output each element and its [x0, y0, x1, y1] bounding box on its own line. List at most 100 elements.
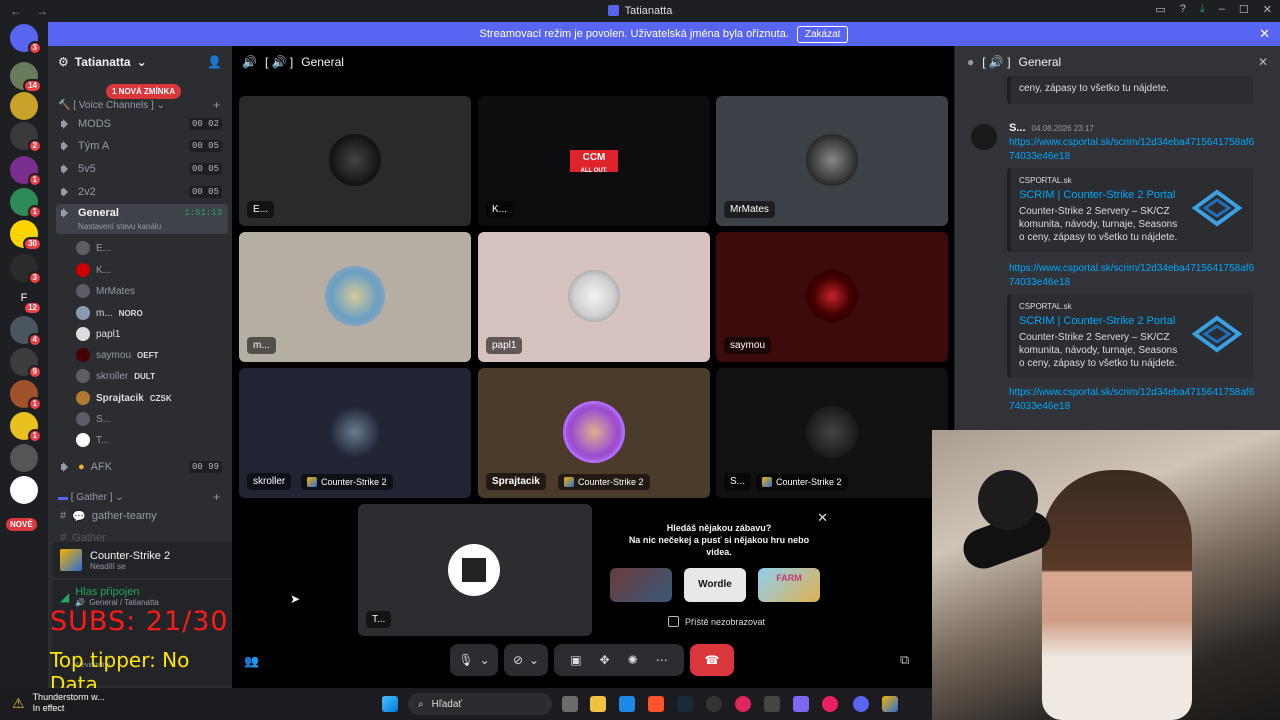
mute-button[interactable]: 🎙 ⌄ — [450, 644, 498, 676]
download-icon[interactable]: ⤓ — [1200, 3, 1205, 16]
voice-member[interactable]: MrMates — [76, 281, 135, 301]
server-icon[interactable]: 9 — [10, 348, 42, 379]
server-icon[interactable]: 1 — [10, 156, 42, 187]
avatar[interactable] — [971, 124, 997, 150]
voice-channel-mods[interactable]: MODS 00 02 — [56, 114, 228, 134]
activities-icon[interactable]: ✥ — [600, 653, 610, 667]
server-icon[interactable]: 3 — [10, 254, 42, 285]
text-channel-gather-teamy[interactable]: # 💬 gather-teamy — [56, 506, 228, 526]
app-icon[interactable] — [793, 696, 809, 712]
category-voice-channels[interactable]: 🔨 [ Voice Channels ] ⌄ — [58, 100, 165, 111]
app-icon[interactable] — [706, 696, 722, 712]
add-channel-icon[interactable]: + — [213, 490, 220, 504]
task-view-icon[interactable] — [562, 696, 578, 712]
mention-pill[interactable]: 1 NOVÁ ZMÍNKA — [106, 84, 182, 99]
server-icon[interactable]: 4 — [10, 316, 42, 347]
streamer-mode-banner: Streamovací režim je povolen. Uživatelsk… — [48, 22, 1280, 46]
server-icon[interactable]: 1 — [10, 412, 42, 443]
disable-streamer-mode-button[interactable]: Zakázat — [796, 25, 849, 43]
activity-game-tile[interactable] — [610, 568, 672, 602]
weather-widget[interactable]: ⚠ Thunderstorm w... In effect — [12, 692, 105, 714]
server-icon[interactable] — [10, 476, 38, 504]
counter-strike-icon — [60, 549, 82, 571]
avatar — [76, 327, 90, 341]
message-author[interactable]: S... — [1009, 122, 1026, 134]
participant-tile[interactable]: skroller Counter-Strike 2 — [239, 368, 471, 498]
server-icon[interactable]: 14 — [10, 62, 42, 93]
channel-status-hint[interactable]: Nastavení stavu kanálu — [78, 222, 161, 231]
more-icon[interactable]: ⋯ — [656, 653, 668, 667]
home-button[interactable]: 3 — [10, 24, 42, 55]
server-icon[interactable] — [10, 444, 38, 472]
voice-channel-5v5[interactable]: 5v5 00 05 — [56, 159, 228, 179]
voice-member[interactable]: skroller DULT — [76, 366, 155, 386]
voice-member[interactable]: K... — [76, 260, 111, 280]
voice-member[interactable]: m... NORO — [76, 303, 143, 323]
taskbar-search[interactable]: ⌕ Hľadať — [408, 693, 552, 715]
participant-tile[interactable]: E... — [239, 96, 471, 226]
self-tile[interactable]: T... — [358, 504, 592, 636]
call-timer: 1:51:13 — [184, 208, 222, 218]
category-gather[interactable]: ▬ [ Gather ] ⌄ — [58, 492, 124, 503]
pop-out-icon[interactable]: ⧉ — [900, 652, 909, 668]
server-header[interactable]: ⚙ Tatianatta ⌄ 👤 — [48, 46, 232, 78]
dont-show-checkbox[interactable] — [668, 616, 679, 627]
minimize-button[interactable]: – — [1219, 3, 1225, 16]
participant-tile[interactable]: papl1 — [478, 232, 710, 362]
soundboard-icon[interactable]: ✺ — [628, 653, 638, 667]
participant-tile[interactable]: CCM ALL OUT. K... — [478, 96, 710, 226]
server-icon[interactable]: 2 — [10, 122, 42, 153]
media-icon[interactable] — [822, 696, 838, 712]
message-link[interactable]: https://www.csportal.sk/scrim/12d34eba47… — [1009, 386, 1255, 414]
voice-channel-afk[interactable]: ● AFK 00 99 — [56, 457, 228, 477]
counter-strike-icon[interactable] — [882, 696, 898, 712]
mail-icon[interactable] — [619, 696, 635, 712]
music-icon[interactable] — [735, 696, 751, 712]
inbox-icon[interactable]: ▭ — [1155, 3, 1165, 16]
discord-icon[interactable] — [853, 696, 869, 712]
voice-member[interactable]: papl1 — [76, 324, 120, 344]
server-icon[interactable]: 30 — [10, 220, 42, 251]
invite-icon[interactable]: 👥 — [244, 654, 259, 668]
brave-browser-icon[interactable] — [648, 696, 664, 712]
voice-member[interactable]: S... — [76, 409, 111, 429]
new-servers-pill[interactable]: NOVÉ — [6, 518, 37, 531]
signal-icon[interactable]: ◢ — [60, 590, 69, 604]
voice-channel-tym-a[interactable]: Tým A 00 05 — [56, 136, 228, 156]
participant-tile[interactable]: S... Counter-Strike 2 — [716, 368, 948, 498]
screen-share-icon[interactable]: ▣ — [570, 653, 581, 667]
steam-icon[interactable] — [677, 696, 693, 712]
start-button[interactable] — [382, 696, 398, 712]
voice-call-view: 🔊 [ 🔊 ] General E... CCM ALL OUT. K... Mr… — [232, 46, 954, 688]
close-chat-icon[interactable]: ✕ — [1258, 55, 1268, 69]
file-explorer-icon[interactable] — [590, 696, 606, 712]
add-channel-icon[interactable]: + — [213, 98, 220, 112]
activity-game-wordle[interactable]: Wordle — [684, 568, 746, 602]
voice-member[interactable]: T... — [76, 430, 109, 450]
add-member-icon[interactable]: 👤 — [207, 55, 222, 69]
server-icon[interactable]: 1 — [10, 188, 42, 219]
server-icon[interactable]: 1 — [10, 380, 42, 411]
close-window-button[interactable]: ✕ — [1263, 3, 1272, 16]
disconnect-call-button[interactable]: ☎ — [690, 644, 734, 676]
message-link[interactable]: https://www.csportal.sk/scrim/12d34eba47… — [1009, 136, 1255, 164]
voice-member[interactable]: E... — [76, 238, 111, 258]
participant-tile[interactable]: saymou — [716, 232, 948, 362]
voice-channel-general[interactable]: General 1:51:13 Nastavení stavu kanálu — [56, 204, 228, 234]
voice-member[interactable]: Sprajtacik CZSK — [76, 388, 172, 408]
voice-channel-2v2[interactable]: 2v2 00 05 — [56, 182, 228, 202]
app-icon[interactable] — [764, 696, 780, 712]
voice-member[interactable]: saymou OEFT — [76, 345, 158, 365]
server-icon[interactable]: F 12 — [10, 284, 42, 315]
activity-game-farm[interactable]: FARM — [758, 568, 820, 602]
badge: 3 — [27, 41, 42, 55]
participant-tile[interactable]: Sprajtacik Counter-Strike 2 — [478, 368, 710, 498]
server-icon[interactable] — [10, 92, 38, 120]
camera-button[interactable]: ⊘ ⌄ — [504, 644, 548, 676]
participant-tile[interactable]: MrMates — [716, 96, 948, 226]
close-banner-icon[interactable]: ✕ — [1259, 26, 1270, 42]
maximize-button[interactable]: ☐ — [1239, 3, 1249, 16]
participant-tile[interactable]: m... — [239, 232, 471, 362]
message-link[interactable]: https://www.csportal.sk/scrim/12d34eba47… — [1009, 262, 1255, 290]
help-icon[interactable]: ? — [1180, 3, 1186, 16]
